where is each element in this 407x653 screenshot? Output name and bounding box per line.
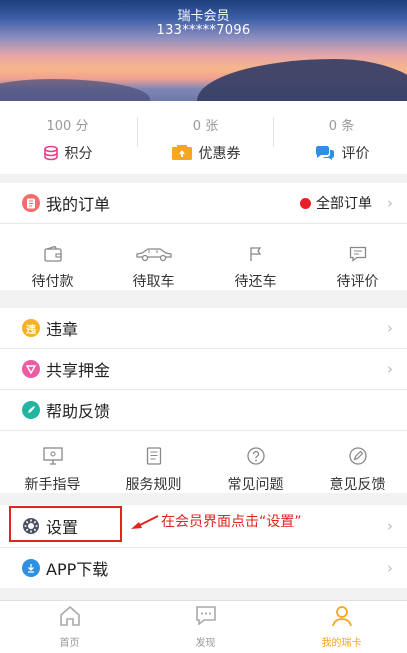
stat-points[interactable]: 100 分 积分 (0, 101, 135, 163)
status-label: 待评价 (336, 274, 379, 290)
comments-value: 0 条 (328, 119, 355, 134)
help-feedback-row[interactable]: 帮助反馈 (0, 390, 407, 430)
points-icon (43, 145, 59, 161)
stat-comments[interactable]: 0 条 评价 (274, 101, 407, 163)
my-orders-row[interactable]: 我的订单 全部订单 › (0, 183, 407, 223)
help-label: 服务规则 (125, 477, 182, 493)
home-icon (2, 604, 137, 632)
my-orders-label: 我的订单 (46, 195, 111, 214)
help-label: 意见反馈 (329, 477, 386, 493)
all-orders-link[interactable]: 全部订单 (300, 193, 372, 213)
points-label: 积分 (64, 146, 93, 162)
mountain-decoration (0, 79, 150, 101)
tab-label: 我的瑞卡 (321, 638, 362, 649)
violation-row[interactable]: 违 违章 › (0, 308, 407, 348)
all-orders-label: 全部订单 (316, 196, 372, 212)
flag-icon (205, 238, 306, 262)
status-label: 待付款 (31, 274, 74, 290)
help-feedback-label: 帮助反馈 (46, 402, 111, 421)
points-value: 100 分 (46, 119, 89, 134)
stat-coupons[interactable]: 0 张 优惠券 (138, 101, 273, 163)
help-label: 常见问题 (227, 477, 284, 493)
orders-icon (22, 194, 40, 212)
help-faq[interactable]: 常见问题 (205, 441, 306, 494)
help-feedback-icon (22, 401, 40, 419)
annotation-text: 在会员界面点击“设置” (161, 514, 302, 530)
status-pending-payment[interactable]: 待付款 (2, 238, 103, 291)
deposit-icon (22, 360, 40, 378)
download-icon (22, 559, 40, 577)
stats-panel: 100 分 积分 0 张 优惠券 0 条 评价 (0, 101, 407, 174)
chevron-right-icon: › (387, 517, 393, 535)
chevron-right-icon: › (387, 319, 393, 337)
coupons-label: 优惠券 (198, 146, 241, 162)
coupons-value: 0 张 (192, 119, 219, 134)
red-dot-icon (300, 197, 311, 209)
annotation-arrow-icon (131, 515, 159, 529)
status-pending-return[interactable]: 待还车 (205, 238, 306, 291)
app-download-row[interactable]: APP下载 › (0, 548, 407, 588)
chevron-right-icon: › (387, 360, 393, 378)
wallet-icon (2, 238, 103, 262)
comments-label: 评价 (341, 146, 370, 162)
member-title: 瑞卡会员 (177, 9, 230, 24)
tab-my-ruika[interactable]: 我的瑞卡 (274, 604, 407, 649)
discover-icon (138, 604, 273, 632)
mountain-decoration (197, 59, 407, 101)
violation-icon: 违 (22, 319, 40, 337)
message-icon (307, 238, 407, 262)
app-download-label: APP下载 (46, 560, 109, 579)
settings-highlight-box (9, 506, 122, 542)
status-pending-pickup[interactable]: 待取车 (103, 238, 204, 291)
violation-label: 违章 (46, 320, 79, 339)
help-grid: 新手指导 服务规则 常见问题 意见反馈 (0, 431, 407, 493)
tab-home[interactable]: 首页 (2, 604, 137, 649)
profile-icon (274, 604, 407, 632)
help-service-rules[interactable]: 服务规则 (103, 441, 204, 494)
help-suggestions[interactable]: 意见反馈 (307, 441, 407, 494)
monitor-icon (2, 441, 103, 465)
comment-icon (314, 145, 336, 161)
deposit-label: 共享押金 (46, 361, 111, 380)
help-label: 新手指导 (24, 477, 81, 493)
status-label: 待取车 (132, 274, 175, 290)
chevron-right-icon: › (387, 194, 393, 212)
question-icon (205, 441, 306, 465)
car-icon (103, 238, 204, 262)
status-pending-review[interactable]: 待评价 (307, 238, 407, 291)
order-status-grid: 待付款 待取车 待还车 待评价 (0, 224, 407, 290)
coupon-icon (171, 145, 193, 161)
tab-discover[interactable]: 发现 (138, 604, 273, 649)
document-icon (103, 441, 204, 465)
status-label: 待还车 (234, 274, 277, 290)
chevron-right-icon: › (387, 559, 393, 577)
member-phone: 133*****7096 (156, 23, 251, 38)
deposit-row[interactable]: 共享押金 › (0, 349, 407, 389)
edit-icon (307, 441, 407, 465)
tab-label: 发现 (195, 638, 216, 649)
help-beginner-guide[interactable]: 新手指导 (2, 441, 103, 494)
tab-label: 首页 (59, 638, 80, 649)
